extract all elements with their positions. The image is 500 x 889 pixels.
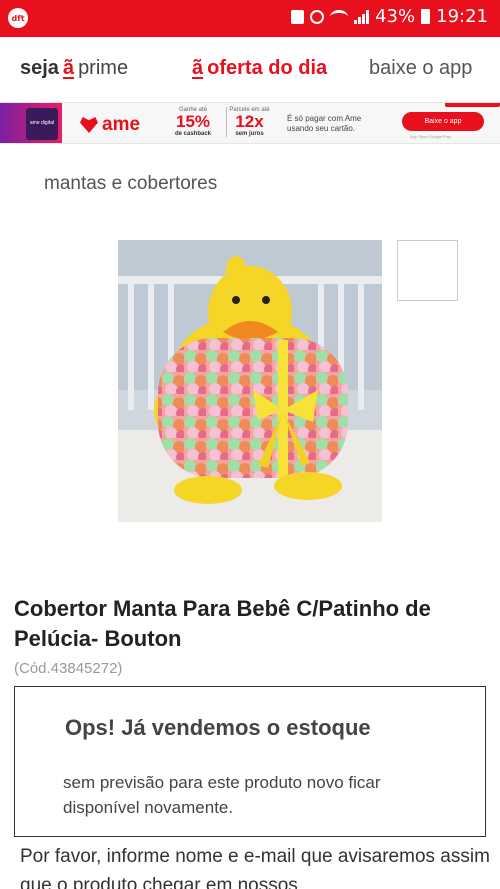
out-of-stock-title: Ops! Já vendemos o estoque [65, 715, 371, 740]
status-indicators: 43% 19:21 [291, 6, 488, 27]
download-app-button[interactable]: Baixe o app [402, 112, 484, 131]
notification-icon [291, 9, 305, 24]
breadcrumb-category[interactable]: mantas e cobertores [44, 173, 217, 195]
out-of-stock-notice: Ops! Já vendemos o estoque sem previsão … [14, 686, 486, 837]
out-of-stock-description: sem previsão para este produto novo fica… [63, 773, 381, 817]
banner-description: É só pagar com Ame usando seu cartão. [287, 114, 362, 133]
cashback-label: de cashback [174, 131, 212, 137]
product-title: Cobertor Manta Para Bebê C/Patinho de Pe… [14, 596, 431, 651]
product-image[interactable] [118, 240, 382, 522]
prime-prefix: seja [20, 57, 59, 79]
app-notification-icon: dft [8, 8, 28, 28]
battery-percent: 43% [375, 6, 416, 27]
duck-blanket-illustration [118, 240, 382, 522]
ame-heart-icon [80, 117, 98, 133]
installments-value: 12x [235, 112, 264, 131]
notify-instructions: Por favor, informe nome e e-mail que avi… [20, 846, 490, 889]
clock: 19:21 [436, 6, 488, 27]
phone-illustration: ame digital [0, 103, 62, 143]
ame-brand: ame [102, 114, 141, 135]
oferta-label: oferta do dia [207, 57, 328, 79]
americanas-logo-icon: ã [62, 57, 75, 79]
cashback-promo: Ganhe até 15% de cashback [170, 107, 216, 137]
oferta-do-dia-link[interactable]: ã oferta do dia [192, 57, 327, 80]
product-thumbnail[interactable] [397, 240, 458, 301]
installments-promo: Parcele em até 12x sem juros [226, 107, 272, 137]
signal-icon [354, 9, 370, 24]
banner-accent [445, 103, 500, 107]
phone-screen: ame digital [26, 108, 58, 140]
installments-label: sem juros [235, 131, 264, 137]
prime-link[interactable]: seja ã prime [20, 57, 128, 80]
americanas-logo-icon: ã [192, 57, 204, 79]
prime-label: prime [78, 57, 129, 79]
store-badges: App Store Google Play [410, 134, 451, 139]
alarm-icon [310, 9, 325, 24]
cashback-value: 15% [175, 112, 211, 131]
product-code: (Cód.43845272) [14, 660, 123, 677]
status-bar: dft 43% 19:21 [0, 0, 500, 37]
ame-promo-banner[interactable]: ame digital ame Ganhe até 15% de cashbac… [0, 102, 500, 144]
download-app-link[interactable]: baixe o app [369, 57, 472, 80]
top-navigation: seja ã prime ã oferta do dia baixe o app [0, 37, 500, 102]
wifi-icon [330, 9, 349, 24]
ame-logo: ame [80, 114, 140, 136]
battery-icon [421, 9, 431, 24]
